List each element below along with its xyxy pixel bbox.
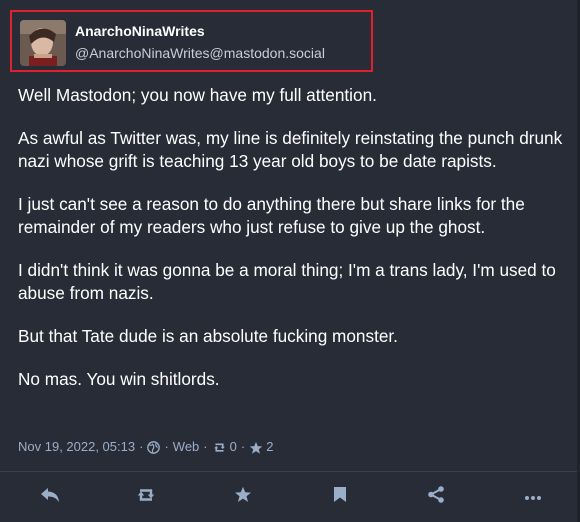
bookmark-icon — [333, 486, 347, 508]
content-paragraph: No mas. You win shitlords. — [18, 369, 220, 389]
content-paragraph: As awful as Twitter was, my line is defi… — [18, 128, 563, 171]
more-icon — [524, 488, 542, 506]
favourite-button[interactable] — [232, 486, 254, 508]
star-icon[interactable] — [249, 439, 263, 455]
globe-icon — [147, 439, 161, 455]
share-icon — [427, 486, 445, 508]
reply-icon — [40, 487, 60, 508]
boost-count[interactable]: 0 — [230, 439, 237, 454]
separator: · — [240, 439, 246, 455]
client-name: Web — [172, 439, 200, 455]
separator: · — [139, 439, 144, 455]
status-meta: Nov 19, 2022, 05:13 · · Web · 0 · 2 — [18, 439, 273, 455]
boost-button[interactable] — [135, 487, 157, 507]
content-paragraph: I didn't think it was gonna be a moral t… — [18, 260, 556, 303]
favourite-icon — [234, 486, 252, 508]
boost-icon — [135, 487, 157, 508]
display-name[interactable]: AnarchoNinaWrites — [75, 23, 205, 39]
bookmark-button[interactable] — [329, 487, 351, 507]
more-button[interactable] — [522, 487, 544, 507]
status-detail: AnarchoNinaWrites @AnarchoNinaWrites@mas… — [0, 0, 580, 522]
separator: · — [203, 439, 208, 455]
share-button[interactable] — [425, 486, 447, 508]
boost-count-icon[interactable] — [212, 439, 227, 454]
timestamp[interactable]: Nov 19, 2022, 05:13 — [18, 439, 135, 454]
content-paragraph: But that Tate dude is an absolute fuckin… — [18, 326, 398, 346]
account-handle[interactable]: @AnarchoNinaWrites@mastodon.social — [75, 45, 325, 61]
action-bar — [0, 472, 580, 522]
avatar[interactable] — [20, 20, 66, 66]
separator: · — [164, 439, 169, 455]
status-author[interactable]: AnarchoNinaWrites @AnarchoNinaWrites@mas… — [10, 10, 373, 72]
content-paragraph: I just can't see a reason to do anything… — [18, 194, 525, 237]
favourite-count[interactable]: 2 — [266, 439, 273, 454]
content-paragraph: Well Mastodon; you now have my full atte… — [18, 85, 377, 105]
status-content: Well Mastodon; you now have my full atte… — [18, 84, 570, 411]
reply-button[interactable] — [39, 487, 61, 507]
